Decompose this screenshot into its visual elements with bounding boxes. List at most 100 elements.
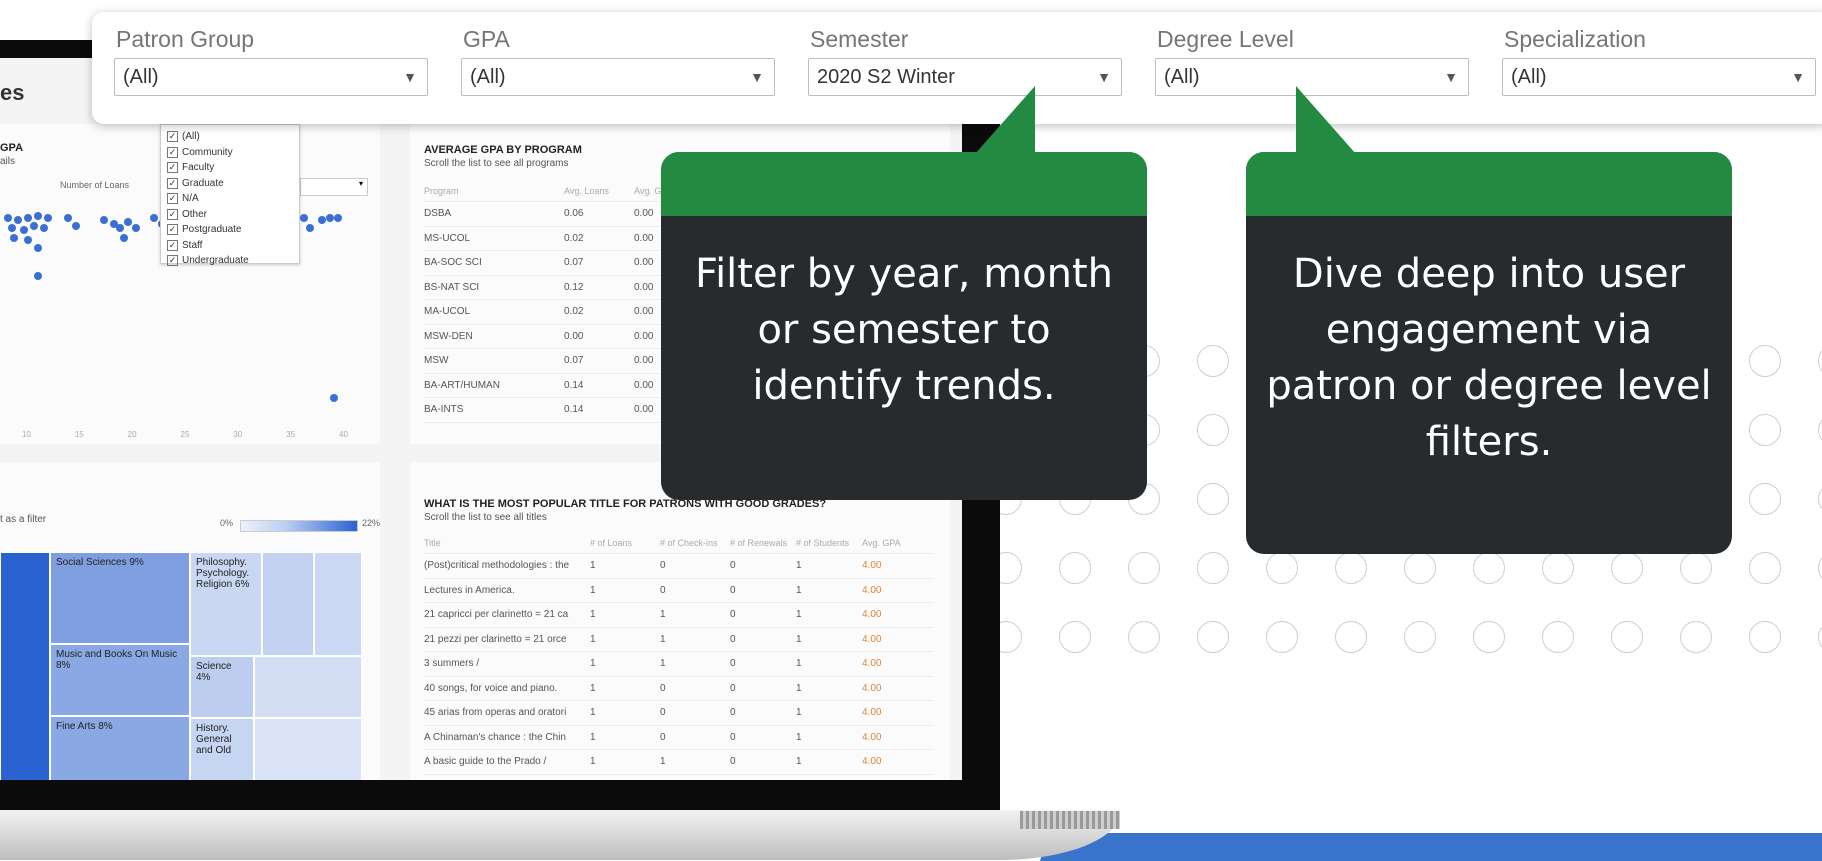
treemap-cell-philosophy[interactable]: Philosophy. Psychology. Religion 6% bbox=[190, 552, 262, 656]
checkbox-checked-icon[interactable]: ✓ bbox=[167, 193, 178, 205]
table-row[interactable]: DSBA 0.06 0.00 bbox=[424, 202, 684, 227]
patron-list-item[interactable]: ✓ Graduate bbox=[167, 176, 293, 192]
checkbox-checked-icon[interactable]: ✓ bbox=[167, 239, 178, 251]
treemap-cell-science[interactable]: Science 4% bbox=[190, 656, 254, 718]
table-cell: 1 bbox=[660, 756, 666, 768]
table-row[interactable]: MSW 0.07 0.00 bbox=[424, 349, 684, 374]
treemap-cell-large[interactable] bbox=[0, 552, 50, 780]
table-row[interactable]: Lectures in America. 1 0 0 1 4.00 bbox=[424, 579, 934, 603]
patron-list-item[interactable]: ✓ (All) bbox=[167, 129, 293, 145]
patron-list-item[interactable]: ✓ N/A bbox=[167, 191, 293, 207]
table-row[interactable]: 45 arias from operas and oratori 1 0 0 1 4.00 bbox=[424, 701, 934, 726]
table-cell: 0 bbox=[730, 707, 736, 719]
filter-label: Degree Level bbox=[1157, 26, 1294, 52]
scatter-point[interactable] bbox=[34, 244, 42, 252]
table-cell: 0 bbox=[730, 609, 736, 621]
filter-select[interactable]: (All) ▼ bbox=[1502, 58, 1816, 96]
filter-select[interactable]: (All) ▼ bbox=[461, 58, 775, 96]
table-row[interactable]: BA-INTS 0.14 0.00 bbox=[424, 398, 684, 423]
treemap-cell-small-c[interactable] bbox=[254, 656, 362, 718]
patron-list-item[interactable]: ✓ Faculty bbox=[167, 160, 293, 176]
table-row[interactable]: 21 pezzi per clarinetto = 21 orce 1 1 0 1 4.0… bbox=[424, 628, 934, 652]
table-row[interactable]: BA-SOC SCI 0.07 0.00 bbox=[424, 251, 684, 276]
table-row[interactable]: 3 summers / 1 1 0 1 4.00 bbox=[424, 652, 934, 677]
table-row[interactable]: MS-UCOL 0.02 0.00 bbox=[424, 227, 684, 251]
table-row[interactable]: A basic guide to the Prado / 1 1 0 1 4.00 bbox=[424, 750, 934, 775]
scatter-point[interactable] bbox=[8, 224, 16, 232]
scatter-point[interactable] bbox=[100, 216, 108, 224]
scatter-point[interactable] bbox=[30, 222, 38, 230]
table-row[interactable]: BA-ART/HUMAN 0.14 0.00 bbox=[424, 374, 684, 398]
checkbox-checked-icon[interactable]: ✓ bbox=[167, 146, 178, 158]
scatter-point[interactable] bbox=[326, 214, 334, 222]
scatter-point[interactable] bbox=[116, 224, 124, 232]
table-cell: A Chinaman's chance : the Chin bbox=[424, 731, 566, 743]
filter-select[interactable]: (All) ▼ bbox=[114, 58, 428, 96]
scatter-point[interactable] bbox=[24, 236, 32, 244]
scatter-point[interactable] bbox=[34, 272, 42, 280]
gpa-x-axis-ticks: 10 15 20 25 30 35 40 bbox=[0, 430, 370, 439]
filter-selected-value: (All) bbox=[470, 65, 506, 88]
table-header-cell: # of Renewals bbox=[730, 537, 788, 548]
checkbox-checked-icon[interactable]: ✓ bbox=[167, 208, 178, 220]
table-row[interactable]: 21 capricci per clarinetto = 21 ca 1 1 0 1 4.… bbox=[424, 603, 934, 628]
table-cell: 1 bbox=[660, 633, 666, 645]
treemap-cell-music[interactable]: Music and Books On Music 8% bbox=[50, 644, 190, 716]
table-header-cell: Program bbox=[424, 185, 459, 196]
patron-list-item[interactable]: ✓ Undergraduate bbox=[167, 253, 293, 269]
scatter-point[interactable] bbox=[132, 224, 140, 232]
checkbox-checked-icon[interactable]: ✓ bbox=[167, 162, 178, 174]
table-row[interactable]: (Post)critical methodologies : the 1 0 0 1 4.… bbox=[424, 554, 934, 579]
patron-list-item[interactable]: ✓ Community bbox=[167, 145, 293, 161]
treemap-cell-history[interactable]: History. General and Old bbox=[190, 718, 254, 780]
table-row[interactable]: MSW-DEN 0.00 0.00 bbox=[424, 325, 684, 349]
scatter-point[interactable] bbox=[150, 214, 158, 222]
table-cell: 1 bbox=[590, 584, 596, 596]
checkbox-checked-icon[interactable]: ✓ bbox=[167, 131, 178, 143]
scatter-point[interactable] bbox=[306, 224, 314, 232]
scatter-point[interactable] bbox=[40, 224, 48, 232]
scatter-point[interactable] bbox=[44, 214, 52, 222]
table-row[interactable]: MA-UCOL 0.02 0.00 bbox=[424, 300, 684, 325]
checkbox-checked-icon[interactable]: ✓ bbox=[167, 224, 178, 236]
scatter-point[interactable] bbox=[318, 216, 326, 224]
table-cell: 0.06 bbox=[564, 208, 584, 220]
scatter-point[interactable] bbox=[34, 212, 42, 220]
chevron-down-icon: ▼ bbox=[750, 69, 764, 85]
patron-list-item[interactable]: ✓ Postgraduate bbox=[167, 222, 293, 238]
scatter-point[interactable] bbox=[10, 234, 18, 242]
scatter-point[interactable] bbox=[72, 222, 80, 230]
table-cell: DSBA bbox=[424, 208, 452, 220]
gpa-panel-dropdown[interactable]: ▾ bbox=[300, 178, 368, 196]
treemap-cell-fine-arts[interactable]: Fine Arts 8% bbox=[50, 716, 190, 780]
table-row[interactable]: BS-NAT SCI 0.12 0.00 bbox=[424, 276, 684, 300]
table-cell: BA-INTS bbox=[424, 404, 464, 416]
filter-select[interactable]: 2020 S2 Winter ▼ bbox=[808, 58, 1122, 96]
treemap-cell-small-a[interactable] bbox=[262, 552, 314, 656]
decorative-circle bbox=[1680, 552, 1712, 584]
table-header-cell: # of Students bbox=[796, 537, 850, 548]
table-row[interactable]: A Chinaman's chance : the Chin 1 0 0 1 4.00 bbox=[424, 726, 934, 750]
table-cell: 0.02 bbox=[564, 306, 584, 318]
treemap-cell-social-sciences[interactable]: Social Sciences 9% bbox=[50, 552, 190, 644]
patron-group-dropdown-list: ✓ (All) ✓ Community ✓ Faculty ✓ Graduate ✓ N/A ✓ Ot… bbox=[160, 124, 300, 267]
scatter-point[interactable] bbox=[334, 214, 342, 222]
scatter-point[interactable] bbox=[14, 216, 22, 224]
checkbox-checked-icon[interactable]: ✓ bbox=[167, 255, 178, 267]
scatter-point[interactable] bbox=[330, 394, 338, 402]
table-row[interactable]: 40 songs, for voice and piano. 1 0 0 1 4.00 bbox=[424, 677, 934, 701]
scatter-point[interactable] bbox=[20, 226, 28, 234]
checkbox-checked-icon[interactable]: ✓ bbox=[167, 177, 178, 189]
filter-label: GPA bbox=[463, 26, 510, 52]
scatter-point[interactable] bbox=[124, 218, 132, 226]
scatter-point[interactable] bbox=[4, 214, 12, 222]
treemap-cell-small-b[interactable] bbox=[314, 552, 362, 656]
patron-list-item[interactable]: ✓ Staff bbox=[167, 238, 293, 254]
patron-list-item[interactable]: ✓ Other bbox=[167, 207, 293, 223]
scatter-point[interactable] bbox=[120, 234, 128, 242]
scatter-point[interactable] bbox=[64, 214, 72, 222]
treemap-cell-small-d[interactable] bbox=[254, 718, 362, 780]
scatter-point[interactable] bbox=[300, 214, 308, 222]
decorative-circle bbox=[1266, 552, 1298, 584]
scatter-point[interactable] bbox=[24, 214, 32, 222]
